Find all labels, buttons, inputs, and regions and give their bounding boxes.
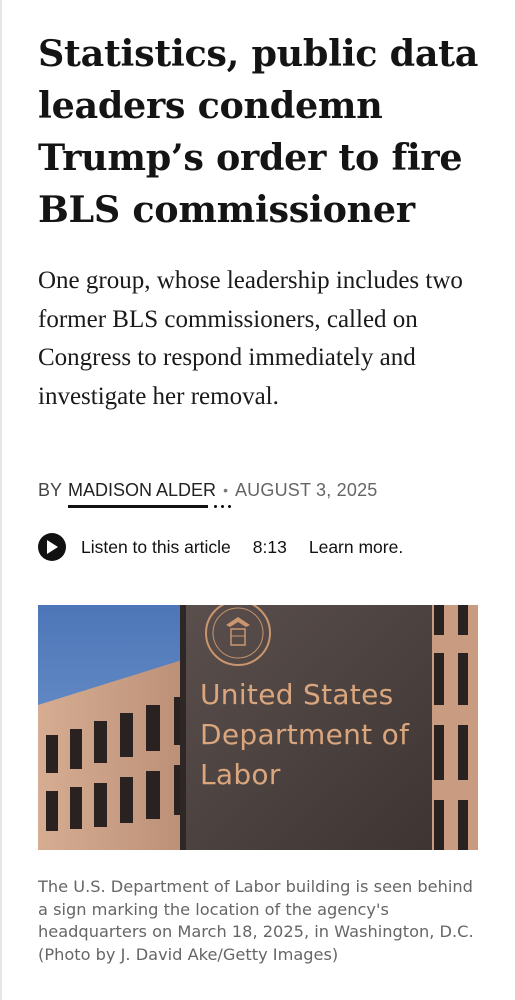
listen-label[interactable]: Listen to this article xyxy=(81,537,231,558)
byline-prefix: BY xyxy=(38,479,63,500)
sign-text: United States Department of Labor xyxy=(200,678,410,791)
learn-more-link[interactable]: Learn more. xyxy=(309,537,403,558)
author-underline xyxy=(68,504,209,508)
byline-separator: • xyxy=(223,482,228,498)
play-button[interactable] xyxy=(38,533,66,561)
page-left-border xyxy=(0,0,2,1000)
author-link[interactable]: MADISON ALDER xyxy=(68,480,235,508)
author-name[interactable]: MADISON ALDER xyxy=(68,480,216,500)
byline: BY MADISON ALDER • AUGUST 3, 2025 xyxy=(38,475,378,508)
publish-date: AUGUST 3, 2025 xyxy=(234,479,378,500)
author-underline-dots xyxy=(212,504,235,508)
audio-duration: 8:13 xyxy=(252,536,287,557)
article-photo: United States Department of Labor xyxy=(38,605,478,850)
photo-caption: The U.S. Department of Labor building is… xyxy=(38,877,474,964)
article-dek: One group, whose leadership includes two… xyxy=(38,267,463,410)
audio-player: Listen to this article 8:13 Learn more. xyxy=(38,532,478,562)
article-headline: Statistics, public data leaders condemn … xyxy=(38,32,479,231)
play-icon xyxy=(47,540,58,554)
